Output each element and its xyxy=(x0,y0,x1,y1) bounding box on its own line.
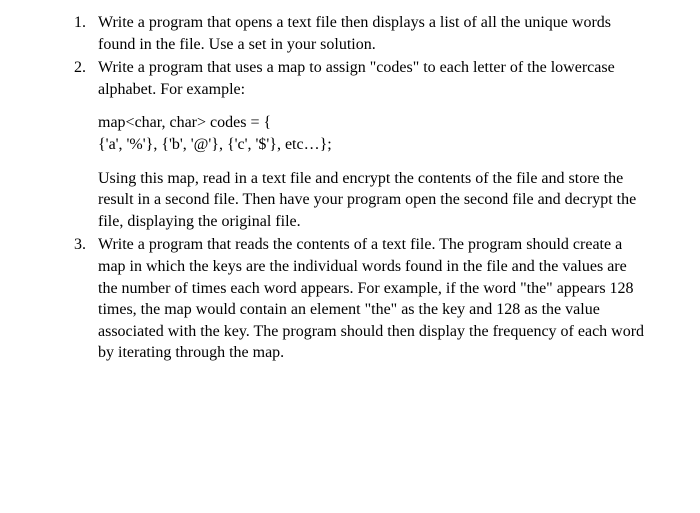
code-line-1: map<char, char> codes = { xyxy=(98,112,650,134)
code-block: map<char, char> codes = { {'a', '%'}, {'… xyxy=(98,112,650,155)
item-2-after: Using this map, read in a text file and … xyxy=(98,168,650,233)
item-1-text: Write a program that opens a text file t… xyxy=(98,14,611,53)
list-item-3: Write a program that reads the contents … xyxy=(90,234,650,364)
code-line-2: {'a', '%'}, {'b', '@'}, {'c', '$'}, etc…… xyxy=(98,134,650,156)
document-page: Write a program that opens a text file t… xyxy=(0,0,700,378)
list-item-1: Write a program that opens a text file t… xyxy=(90,12,650,55)
list-item-2: Write a program that uses a map to assig… xyxy=(90,57,650,232)
item-3-text: Write a program that reads the contents … xyxy=(98,236,644,361)
numbered-list: Write a program that opens a text file t… xyxy=(90,12,650,364)
item-2-intro: Write a program that uses a map to assig… xyxy=(98,59,615,98)
